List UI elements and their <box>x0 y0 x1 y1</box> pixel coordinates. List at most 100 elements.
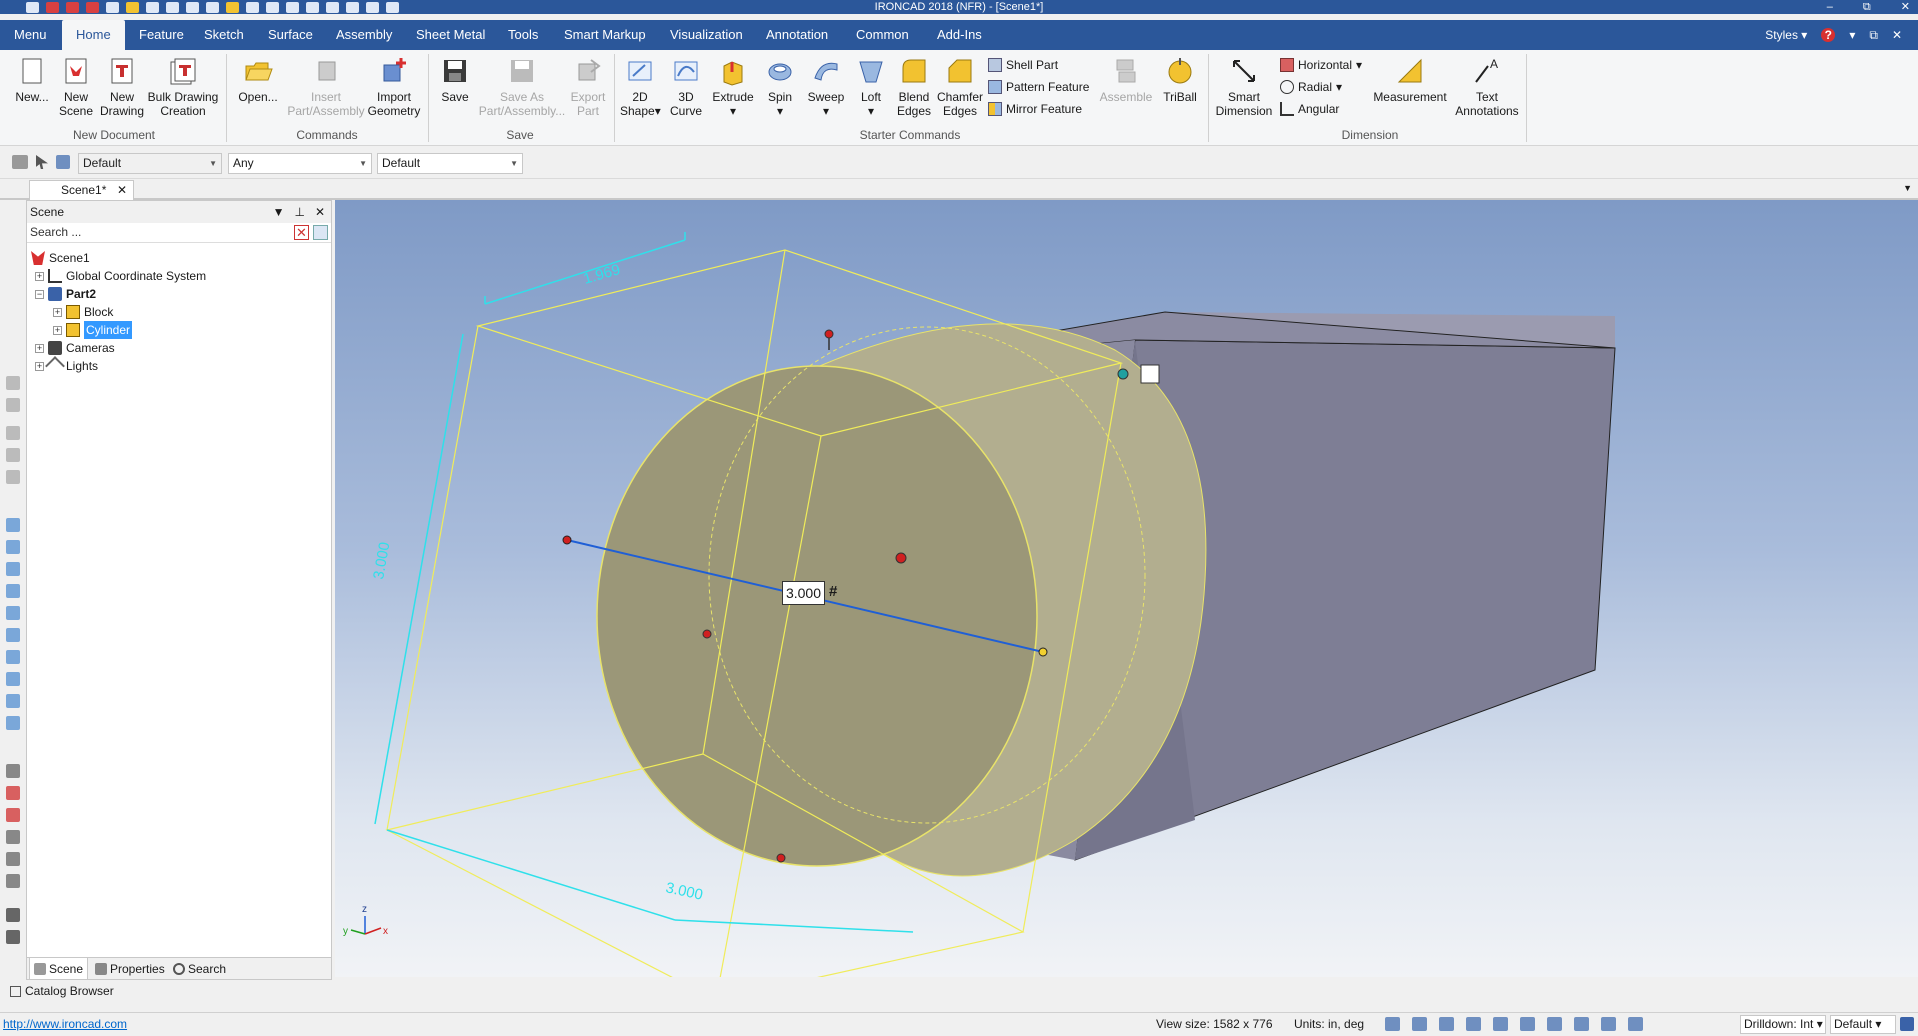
tab-tools[interactable]: Tools <box>494 20 552 50</box>
filter-icon[interactable] <box>12 155 28 169</box>
expand-icon[interactable]: + <box>35 271 44 281</box>
dim-depth-label[interactable]: 3.000 <box>664 879 704 903</box>
tool-icon[interactable] <box>6 470 20 484</box>
close-button[interactable]: ✕ <box>1901 0 1910 14</box>
extrude-button[interactable]: Extrude ▾ <box>710 56 756 118</box>
tree-item-lights[interactable]: + Lights <box>35 356 98 376</box>
chamfer-edges-button[interactable]: Chamfer Edges <box>936 56 984 118</box>
expand-icon[interactable]: + <box>35 361 44 371</box>
save-as-button[interactable]: Save As Part/Assembly... <box>474 56 570 118</box>
tool-icon[interactable] <box>6 628 20 642</box>
tab-smart-markup[interactable]: Smart Markup <box>550 20 660 50</box>
collapse-icon[interactable]: − <box>35 289 44 299</box>
tree-item-cameras[interactable]: + Cameras <box>35 339 115 357</box>
render-mode-icon[interactable] <box>1466 1017 1481 1031</box>
tree-item-gcs[interactable]: + Global Coordinate System <box>35 267 206 285</box>
new-scene-button[interactable]: New Scene <box>56 56 96 118</box>
help-icon[interactable]: ? <box>1821 28 1836 42</box>
pointer-select-icon[interactable] <box>1628 1017 1643 1031</box>
tab-list-chevron-icon[interactable]: ▼ <box>1903 183 1912 193</box>
ribbon-pin-icon[interactable]: ▾ <box>1849 20 1855 50</box>
dimension-handle[interactable] <box>1038 647 1048 657</box>
tab-visualization[interactable]: Visualization <box>656 20 757 50</box>
clear-search-icon[interactable]: ✕ <box>294 225 309 240</box>
bbox-handle[interactable] <box>1117 368 1129 380</box>
dimension-handle[interactable] <box>562 535 572 545</box>
search-options-icon[interactable] <box>313 225 328 240</box>
2d-shape-button[interactable]: 2D Shape▾ <box>620 56 661 118</box>
import-geometry-button[interactable]: Import Geometry <box>366 56 422 118</box>
tool-icon[interactable] <box>6 650 20 664</box>
tool-icon[interactable] <box>6 376 20 390</box>
expand-icon[interactable]: + <box>53 325 62 335</box>
pointer-icon[interactable] <box>36 155 48 169</box>
spin-button[interactable]: Spin ▾ <box>760 56 800 118</box>
tab-scene1[interactable]: Scene1* ✕ <box>29 180 134 200</box>
display-icon[interactable] <box>1547 1017 1562 1031</box>
size-box-icon[interactable] <box>1140 364 1160 384</box>
radial-dimension-button[interactable]: Radial ▾ <box>1280 78 1342 96</box>
tree-item-block[interactable]: + Block <box>53 303 113 321</box>
tool-icon[interactable] <box>6 908 20 922</box>
tool-icon[interactable] <box>6 518 20 532</box>
tab-surface[interactable]: Surface <box>254 20 327 50</box>
section-icon[interactable] <box>1520 1017 1535 1031</box>
tab-menu[interactable]: Menu <box>0 20 61 50</box>
tool-icon[interactable] <box>6 874 20 888</box>
catalog-browser[interactable]: Catalog Browser <box>0 980 1918 1002</box>
view-mode-icon[interactable] <box>1439 1017 1454 1031</box>
tool-icon[interactable] <box>6 540 20 554</box>
tab-annotation[interactable]: Annotation <box>752 20 842 50</box>
tool-icon[interactable] <box>6 584 20 598</box>
text-annotations-button[interactable]: A Text Annotations <box>1452 56 1522 118</box>
shading-icon[interactable] <box>1574 1017 1589 1031</box>
tool-icon[interactable] <box>6 830 20 844</box>
select-filter-icon[interactable] <box>56 155 70 169</box>
cylinder-handle[interactable] <box>776 853 786 863</box>
layer-combo[interactable]: Default ▼ <box>377 153 523 174</box>
panel-close-icon[interactable]: ✕ <box>315 201 325 223</box>
panel-dropdown-icon[interactable]: ▼ <box>273 201 285 223</box>
cylinder-handle[interactable] <box>824 329 834 339</box>
tree-item-scene1[interactable]: Scene1 <box>31 249 90 267</box>
tab-common[interactable]: Common <box>842 20 923 50</box>
tab-sketch[interactable]: Sketch <box>190 20 258 50</box>
orbit-icon[interactable] <box>1493 1017 1508 1031</box>
cylinder-front-face[interactable] <box>596 365 1038 867</box>
minimize-button[interactable]: – <box>1827 0 1833 14</box>
expand-icon[interactable]: + <box>53 307 62 317</box>
restore-doc-icon[interactable]: ⧉ <box>1869 20 1878 50</box>
close-tab-icon[interactable]: ✕ <box>117 181 127 199</box>
tab-sheet-metal[interactable]: Sheet Metal <box>402 20 499 50</box>
tool-icon[interactable] <box>6 562 20 576</box>
tool-icon[interactable] <box>6 764 20 778</box>
style-combo[interactable]: Default ▼ <box>78 153 222 174</box>
export-part-button[interactable]: Export Part <box>568 56 608 118</box>
close-doc-icon[interactable]: ✕ <box>1892 20 1902 50</box>
tool-icon[interactable] <box>6 808 20 822</box>
tool-icon[interactable] <box>6 672 20 686</box>
status-settings-icon[interactable] <box>1900 1017 1914 1031</box>
insert-part-button[interactable]: Insert Part/Assembly <box>284 56 368 118</box>
tree-item-cylinder[interactable]: + Cylinder <box>53 321 133 339</box>
measurement-button[interactable]: Measurement <box>1368 56 1452 104</box>
save-button[interactable]: Save <box>438 56 472 104</box>
tab-properties[interactable]: Properties <box>91 958 169 980</box>
cylinder-handle[interactable] <box>702 629 712 639</box>
style-status-combo[interactable]: Default ▾ <box>1830 1015 1896 1034</box>
tab-home[interactable]: Home <box>62 20 125 50</box>
tab-scene[interactable]: Scene <box>29 958 89 980</box>
tool-icon[interactable] <box>6 448 20 462</box>
tab-search[interactable]: Search <box>169 958 230 980</box>
angular-dimension-button[interactable]: Angular <box>1280 100 1339 118</box>
tool-icon[interactable] <box>6 606 20 620</box>
dim-width-label[interactable]: 1.969 <box>581 261 622 288</box>
restore-button[interactable]: ⧉ <box>1863 0 1871 14</box>
tool-icon[interactable] <box>6 694 20 708</box>
pattern-feature-button[interactable]: Pattern Feature <box>988 78 1089 96</box>
loft-button[interactable]: Loft ▾ <box>852 56 890 118</box>
tool-icon[interactable] <box>6 398 20 412</box>
tool-icon[interactable] <box>6 930 20 944</box>
styles-dropdown[interactable]: Styles ▾ <box>1765 20 1807 50</box>
3d-viewport[interactable]: 1.969 3.000 3.000 z x y 3.000 # <box>335 200 1918 977</box>
